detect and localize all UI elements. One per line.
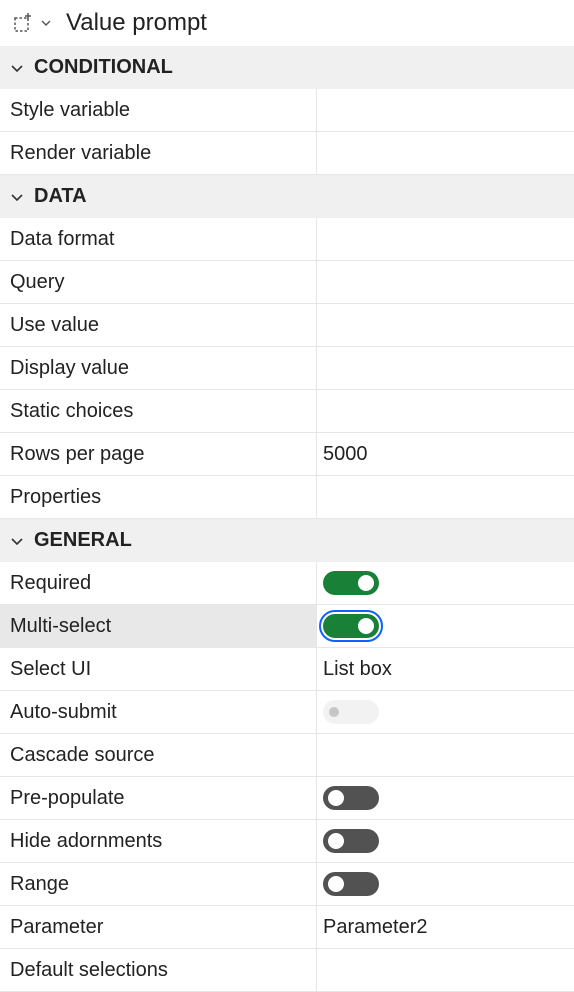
property-label: Cascade source	[0, 734, 317, 776]
property-row-required[interactable]: Required	[0, 562, 574, 605]
chevron-down-icon	[10, 533, 26, 549]
section-general-header[interactable]: GENERAL	[0, 519, 574, 562]
property-label: Display value	[0, 347, 317, 389]
property-row-cascade-source[interactable]: Cascade source	[0, 734, 574, 777]
property-value[interactable]	[317, 390, 574, 432]
property-row-use-value[interactable]: Use value	[0, 304, 574, 347]
property-label: Use value	[0, 304, 317, 346]
property-value[interactable]	[317, 734, 574, 776]
chevron-down-icon	[10, 189, 26, 205]
property-value[interactable]	[317, 261, 574, 303]
property-value[interactable]	[317, 476, 574, 518]
panel-title: Value prompt	[66, 9, 207, 36]
property-row-select-ui[interactable]: Select UI List box	[0, 648, 574, 691]
property-value[interactable]	[317, 304, 574, 346]
property-row-rows-per-page[interactable]: Rows per page 5000	[0, 433, 574, 476]
property-row-hide-adornments[interactable]: Hide adornments	[0, 820, 574, 863]
property-value[interactable]: List box	[317, 648, 574, 690]
property-row-render-variable[interactable]: Render variable	[0, 132, 574, 175]
property-row-style-variable[interactable]: Style variable	[0, 89, 574, 132]
property-row-multi-select[interactable]: Multi-select	[0, 605, 574, 648]
auto-submit-toggle	[323, 700, 379, 724]
property-value[interactable]	[317, 132, 574, 174]
section-label: CONDITIONAL	[34, 56, 173, 78]
property-value[interactable]: 5000	[317, 433, 574, 475]
property-label: Pre-populate	[0, 777, 317, 819]
multi-select-toggle[interactable]	[319, 610, 383, 642]
property-value[interactable]	[317, 218, 574, 260]
property-row-range[interactable]: Range	[0, 863, 574, 906]
property-label: Query	[0, 261, 317, 303]
property-label: Data format	[0, 218, 317, 260]
property-label: Static choices	[0, 390, 317, 432]
property-label: Style variable	[0, 89, 317, 131]
property-value[interactable]	[317, 89, 574, 131]
section-data-header[interactable]: DATA	[0, 175, 574, 218]
section-label: GENERAL	[34, 529, 132, 551]
range-toggle[interactable]	[323, 872, 379, 896]
pre-populate-toggle[interactable]	[323, 786, 379, 810]
property-row-static-choices[interactable]: Static choices	[0, 390, 574, 433]
property-row-pre-populate[interactable]: Pre-populate	[0, 777, 574, 820]
section-label: DATA	[34, 185, 87, 207]
property-label: Hide adornments	[0, 820, 317, 862]
hide-adornments-toggle[interactable]	[323, 829, 379, 853]
property-label: Select UI	[0, 648, 317, 690]
property-row-parameter[interactable]: Parameter Parameter2	[0, 906, 574, 949]
property-label: Auto-submit	[0, 691, 317, 733]
property-label: Rows per page	[0, 433, 317, 475]
property-label: Default selections	[0, 949, 317, 991]
chevron-down-icon	[10, 60, 26, 76]
property-label: Render variable	[0, 132, 317, 174]
property-row-default-selections[interactable]: Default selections	[0, 949, 574, 992]
panel-header: Value prompt	[0, 0, 574, 46]
property-row-data-format[interactable]: Data format	[0, 218, 574, 261]
property-row-auto-submit[interactable]: Auto-submit	[0, 691, 574, 734]
required-toggle[interactable]	[323, 571, 379, 595]
section-conditional-header[interactable]: CONDITIONAL	[0, 46, 574, 89]
property-row-properties[interactable]: Properties	[0, 476, 574, 519]
property-label: Multi-select	[0, 605, 317, 647]
chevron-down-icon[interactable]	[40, 16, 54, 30]
property-label: Range	[0, 863, 317, 905]
property-row-display-value[interactable]: Display value	[0, 347, 574, 390]
property-label: Parameter	[0, 906, 317, 948]
property-row-query[interactable]: Query	[0, 261, 574, 304]
property-value[interactable]	[317, 347, 574, 389]
select-dashed-icon[interactable]	[12, 12, 34, 34]
property-value[interactable]	[317, 949, 574, 991]
property-label: Required	[0, 562, 317, 604]
property-value[interactable]: Parameter2	[317, 906, 574, 948]
property-label: Properties	[0, 476, 317, 518]
